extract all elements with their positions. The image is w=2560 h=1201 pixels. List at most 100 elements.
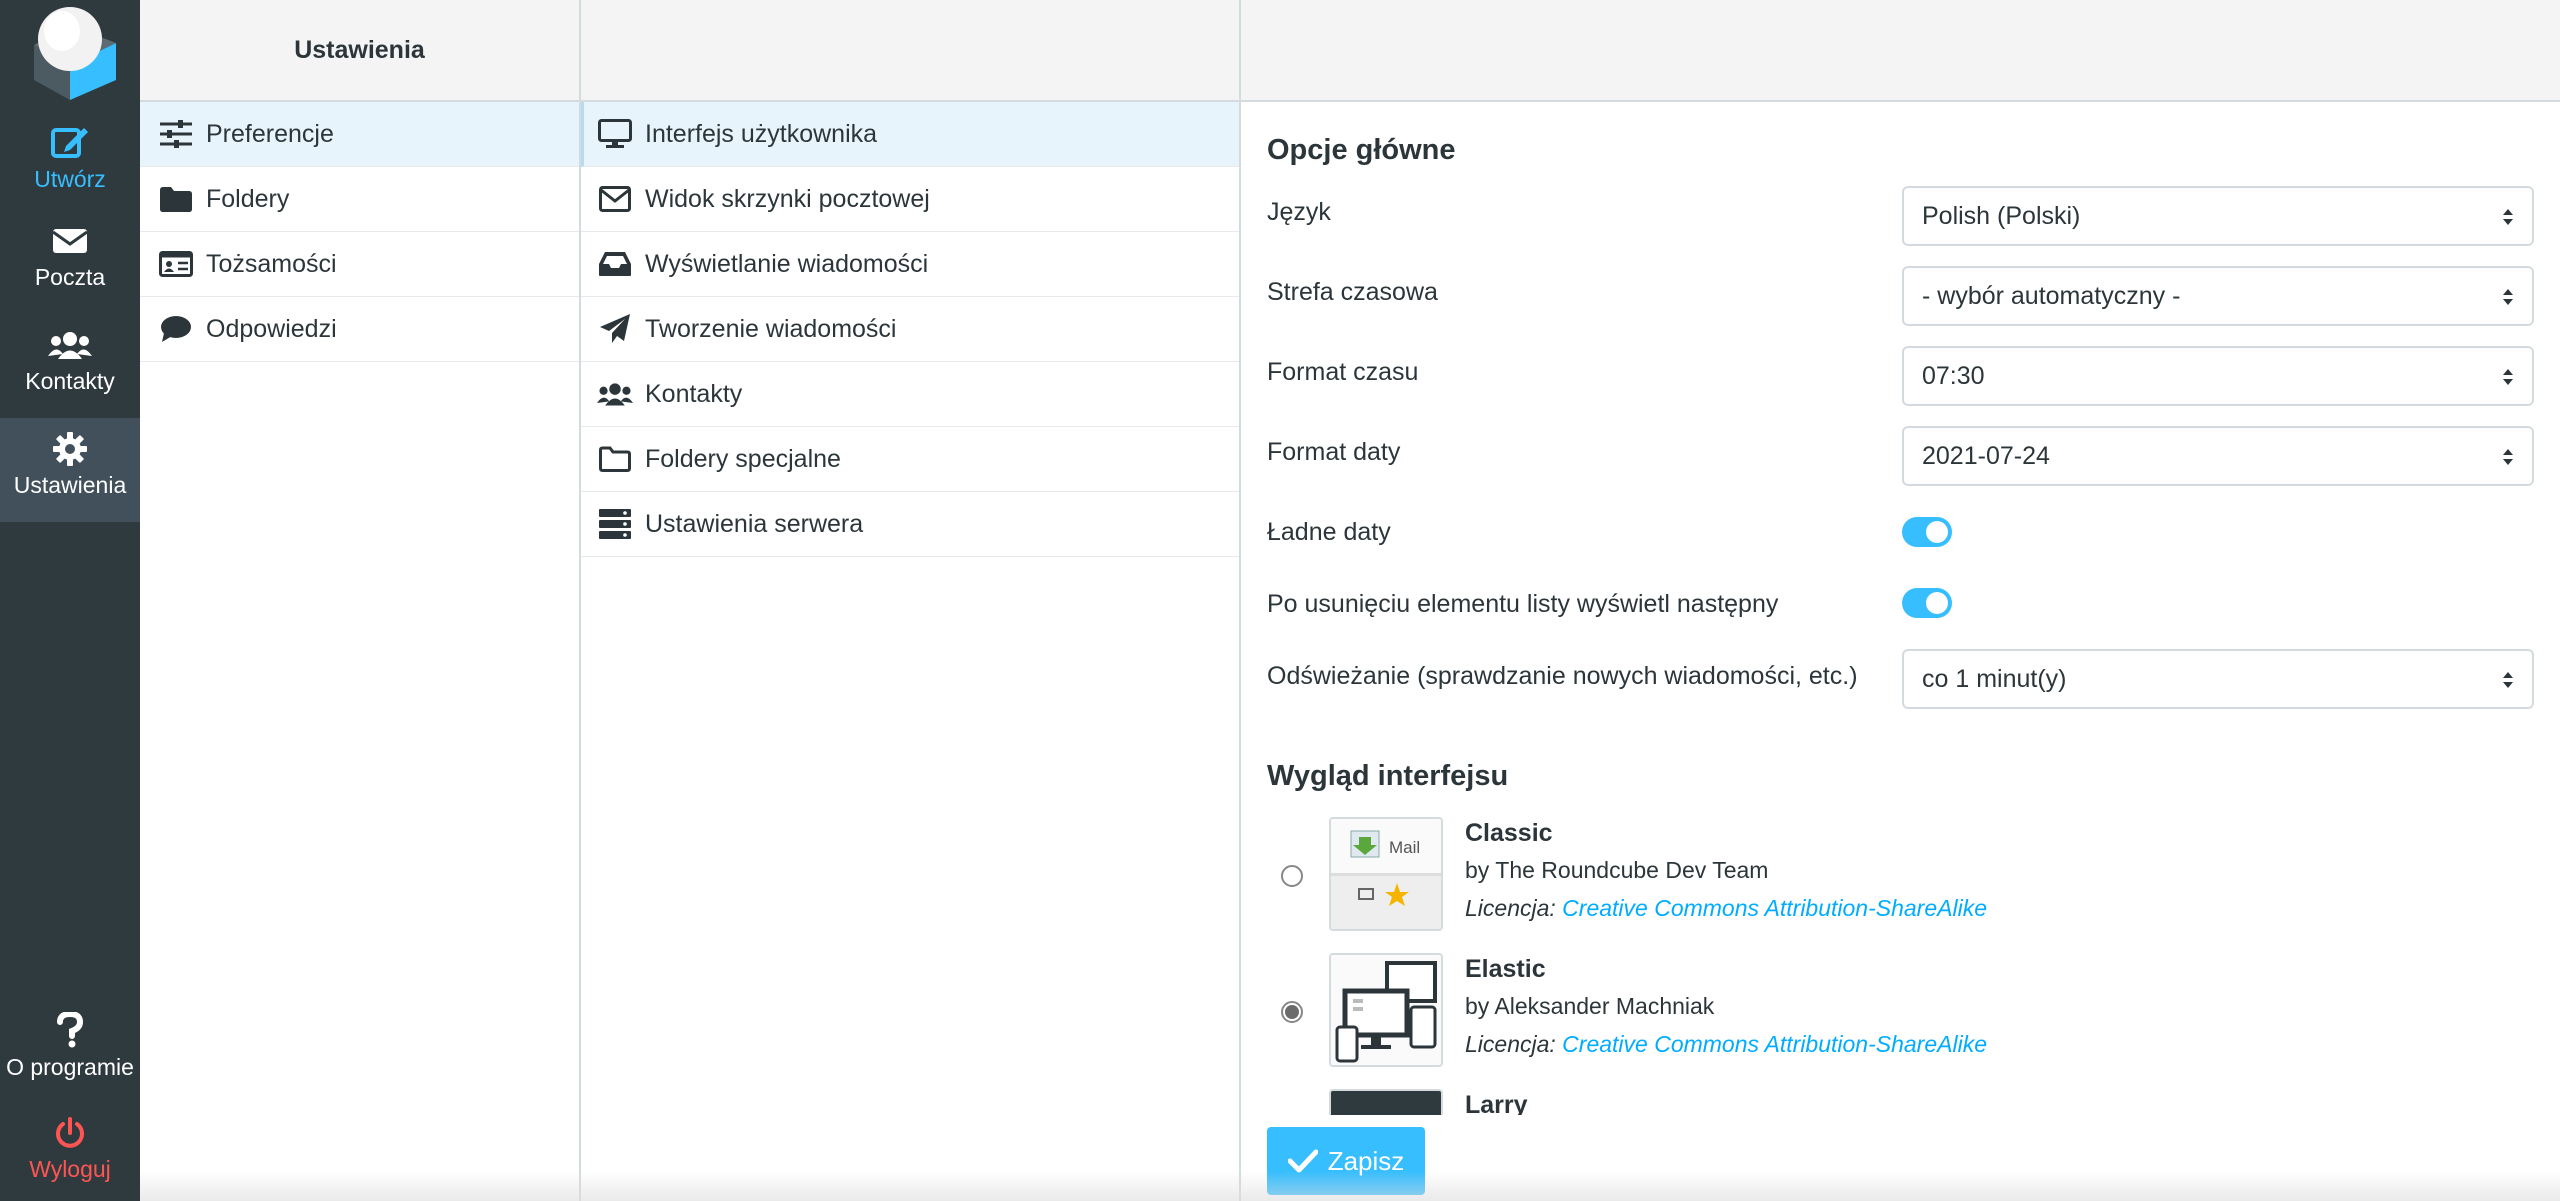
id-card-icon (158, 246, 194, 282)
select-arrows-icon (2503, 672, 2513, 688)
license-label: Licencja: (1465, 1031, 1556, 1057)
skin-thumbnail-elastic (1329, 953, 1443, 1067)
compose-icon (51, 128, 88, 158)
content-header (1241, 0, 2560, 102)
settings-label: Ustawienia (13, 472, 127, 498)
skin-section-title: Wygląd interfejsu (1267, 760, 1509, 792)
skin-author: by Aleksander Machniak (1465, 993, 1715, 1019)
license-link[interactable]: Creative Commons Attribution-ShareAlike (1562, 895, 1987, 921)
question-icon (57, 1012, 83, 1048)
roundcube-logo[interactable] (20, 5, 120, 100)
timezone-label: Strefa czasowa (1267, 278, 1438, 306)
settings-item-label: Preferencje (206, 119, 334, 148)
section-item-label: Wyświetlanie wiadomości (645, 249, 929, 278)
skin-option-larry[interactable]: Larry (1267, 1089, 2547, 1115)
compose-label: Utwórz (34, 166, 106, 192)
contacts-button[interactable]: Kontakty (0, 324, 140, 428)
skin-thumbnail-larry (1329, 1089, 1443, 1115)
language-label: Język (1267, 198, 1331, 226)
prettydate-toggle[interactable] (1902, 517, 1952, 547)
prettydate-label: Ładne daty (1267, 518, 1391, 546)
license-link[interactable]: Creative Commons Attribution-ShareAlike (1562, 1031, 1987, 1057)
skin-radio-elastic[interactable] (1281, 1001, 1303, 1023)
skin-author: by The Roundcube Dev Team (1465, 857, 1769, 883)
skin-license: Licencja: Creative Commons Attribution-S… (1465, 1031, 1987, 1058)
compose-button[interactable]: Utwórz (0, 116, 140, 220)
timeformat-select[interactable]: 07:30 (1902, 346, 2534, 406)
display-next-toggle[interactable] (1902, 588, 1952, 618)
skin-name: Classic (1465, 819, 1553, 847)
settings-categories: Ustawienia Preferencje Foldery Tożsamośc… (140, 0, 581, 1201)
main-options-title: Opcje główne (1267, 134, 1456, 166)
settings-button[interactable]: Ustawienia (0, 418, 140, 522)
timeformat-label: Format czasu (1267, 358, 1419, 386)
skin-license: Licencja: Creative Commons Attribution-S… (1465, 895, 1987, 922)
dateformat-select[interactable]: 2021-07-24 (1902, 426, 2534, 486)
mail-label: Poczta (34, 264, 106, 290)
refresh-value: co 1 minut(y) (1922, 664, 2067, 693)
skin-name: Larry (1465, 1091, 1528, 1115)
section-item-composing-messages[interactable]: Tworzenie wiadomości (581, 297, 1239, 362)
select-arrows-icon (2503, 369, 2513, 385)
logout-button[interactable]: Wyloguj (0, 1116, 140, 1201)
select-arrows-icon (2503, 209, 2513, 225)
sections-header (581, 0, 1239, 102)
section-item-special-folders[interactable]: Foldery specjalne (581, 427, 1239, 492)
skin-name: Elastic (1465, 955, 1546, 983)
timezone-select[interactable]: - wybór automatyczny - (1902, 266, 2534, 326)
refresh-label: Odświeżanie (sprawdzanie nowych wiadomoś… (1267, 662, 1858, 690)
refresh-select[interactable]: co 1 minut(y) (1902, 649, 2534, 709)
comment-icon (158, 311, 194, 347)
settings-item-identities[interactable]: Tożsamości (140, 232, 579, 297)
about-button[interactable]: O programie (0, 1012, 140, 1116)
select-arrows-icon (2503, 289, 2513, 305)
power-icon (56, 1117, 84, 1148)
section-item-mailbox-view[interactable]: Widok skrzynki pocztowej (581, 167, 1239, 232)
timeformat-value: 07:30 (1922, 361, 1985, 390)
logout-label: Wyloguj (29, 1156, 111, 1182)
section-item-label: Tworzenie wiadomości (645, 314, 897, 343)
settings-item-label: Tożsamości (206, 249, 337, 278)
preferences-form: Opcje główne Język Polish (Polski) Stref… (1241, 0, 2560, 1201)
monitor-icon (597, 116, 633, 152)
users-icon (597, 376, 633, 412)
language-select[interactable]: Polish (Polski) (1902, 186, 2534, 246)
skin-thumbnail-classic: Mail (1329, 817, 1443, 931)
section-item-label: Foldery specjalne (645, 444, 841, 473)
sliders-icon (158, 116, 194, 152)
paper-plane-icon (597, 311, 633, 347)
about-label: O programie (6, 1054, 134, 1080)
license-label: Licencja: (1465, 895, 1556, 921)
dateformat-value: 2021-07-24 (1922, 441, 2050, 470)
section-item-label: Kontakty (645, 379, 743, 408)
save-button[interactable]: Zapisz (1267, 1127, 1425, 1195)
section-item-contacts[interactable]: Kontakty (581, 362, 1239, 427)
save-label: Zapisz (1327, 1145, 1405, 1176)
inbox-icon (597, 246, 633, 282)
folder-icon (158, 181, 194, 217)
language-value: Polish (Polski) (1922, 201, 2081, 230)
settings-item-folders[interactable]: Foldery (140, 167, 579, 232)
skin-list: Mail Classic by The Roundcube Dev Team L… (1241, 815, 2560, 1115)
users-icon (48, 332, 92, 359)
section-item-label: Ustawienia serwera (645, 509, 864, 538)
display-next-label: Po usunięciu elementu listy wyświetl nas… (1267, 590, 1779, 618)
skin-option-elastic[interactable]: Elastic by Aleksander Machniak Licencja:… (1267, 953, 2547, 1073)
section-item-displaying-messages[interactable]: Wyświetlanie wiadomości (581, 232, 1239, 297)
contacts-label: Kontakty (25, 368, 115, 394)
section-item-label: Widok skrzynki pocztowej (645, 184, 930, 213)
skin-radio-classic[interactable] (1281, 865, 1303, 887)
checkmark-icon (1287, 1149, 1318, 1173)
settings-item-responses[interactable]: Odpowiedzi (140, 297, 579, 362)
settings-item-label: Odpowiedzi (206, 314, 337, 343)
server-icon (597, 506, 633, 542)
skin-option-classic[interactable]: Mail Classic by The Roundcube Dev Team L… (1267, 817, 2547, 937)
section-item-server-settings[interactable]: Ustawienia serwera (581, 492, 1239, 557)
select-arrows-icon (2503, 449, 2513, 465)
gear-icon (53, 432, 87, 466)
settings-item-preferences[interactable]: Preferencje (140, 102, 579, 167)
timezone-value: - wybór automatyczny - (1922, 281, 2181, 310)
settings-header: Ustawienia (140, 0, 579, 102)
mail-button[interactable]: Poczta (0, 220, 140, 324)
section-item-user-interface[interactable]: Interfejs użytkownika (581, 102, 1239, 167)
